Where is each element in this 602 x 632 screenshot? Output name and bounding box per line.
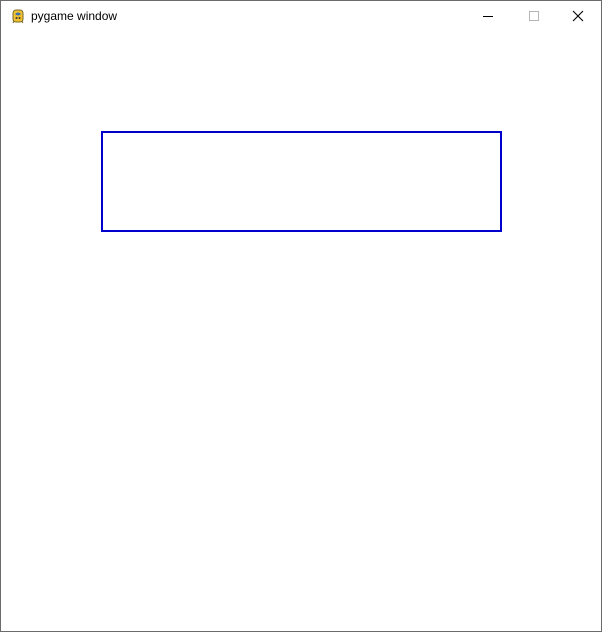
maximize-button[interactable]	[511, 1, 557, 31]
pygame-window: pygame window	[0, 0, 602, 632]
pygame-snake-icon[interactable]	[10, 8, 26, 24]
maximize-icon	[528, 10, 540, 22]
window-title: pygame window	[31, 9, 118, 23]
minimize-button[interactable]	[465, 1, 511, 31]
game-canvas[interactable]	[1, 32, 601, 631]
title-bar[interactable]: pygame window	[1, 1, 601, 32]
close-icon	[572, 10, 584, 22]
minimize-icon	[482, 10, 494, 22]
close-button[interactable]	[555, 1, 601, 31]
blue-outline-rectangle	[101, 131, 502, 232]
